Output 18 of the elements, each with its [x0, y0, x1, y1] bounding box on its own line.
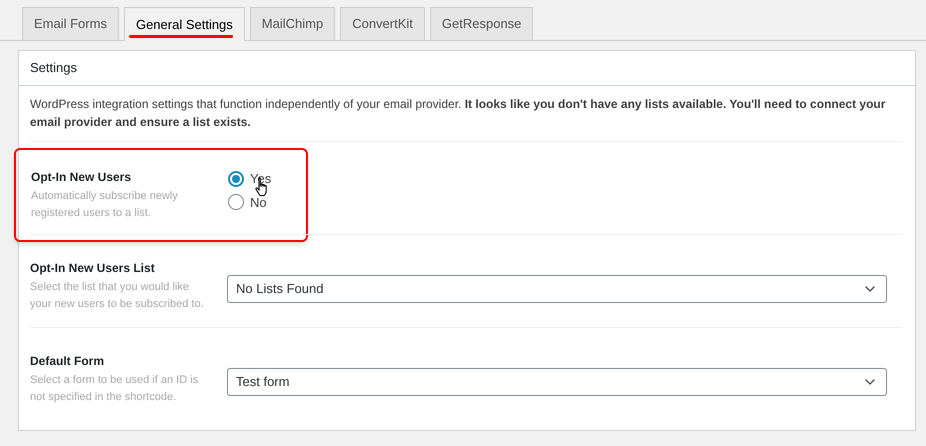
tab[interactable]: Email Forms [22, 7, 119, 40]
setting-label: Opt-In New Users [31, 169, 132, 186]
radio-button[interactable] [228, 170, 244, 187]
radio-label[interactable]: No [250, 192, 267, 212]
select-field[interactable]: No Lists Found [227, 275, 887, 303]
tab[interactable]: ConvertKit [340, 7, 425, 40]
radio-button[interactable] [228, 194, 244, 210]
tab[interactable]: General Settings [124, 7, 245, 41]
setting-help: Automatically subscribe newly registered users to a list. [31, 189, 179, 221]
setting-help: Select the list that you would like your new users to be subscribed to. [30, 280, 205, 312]
setting-label: Default Form [30, 353, 106, 370]
panel-title: Settings [19, 51, 915, 86]
select-field[interactable]: Test form [227, 368, 887, 396]
setting-help: Select a form to be used if an ID is not specified in the shortcode. [30, 373, 200, 405]
tab[interactable]: GetResponse [430, 7, 534, 40]
tab[interactable]: MailChimp [250, 7, 336, 40]
setting-label: Opt-In New Users List [30, 260, 156, 277]
panel-description: WordPress integration settings that function independently of your email provider. It looks like you don't have any lists available. You'll need to connect your email provider and ensure a list exists. [30, 96, 886, 131]
